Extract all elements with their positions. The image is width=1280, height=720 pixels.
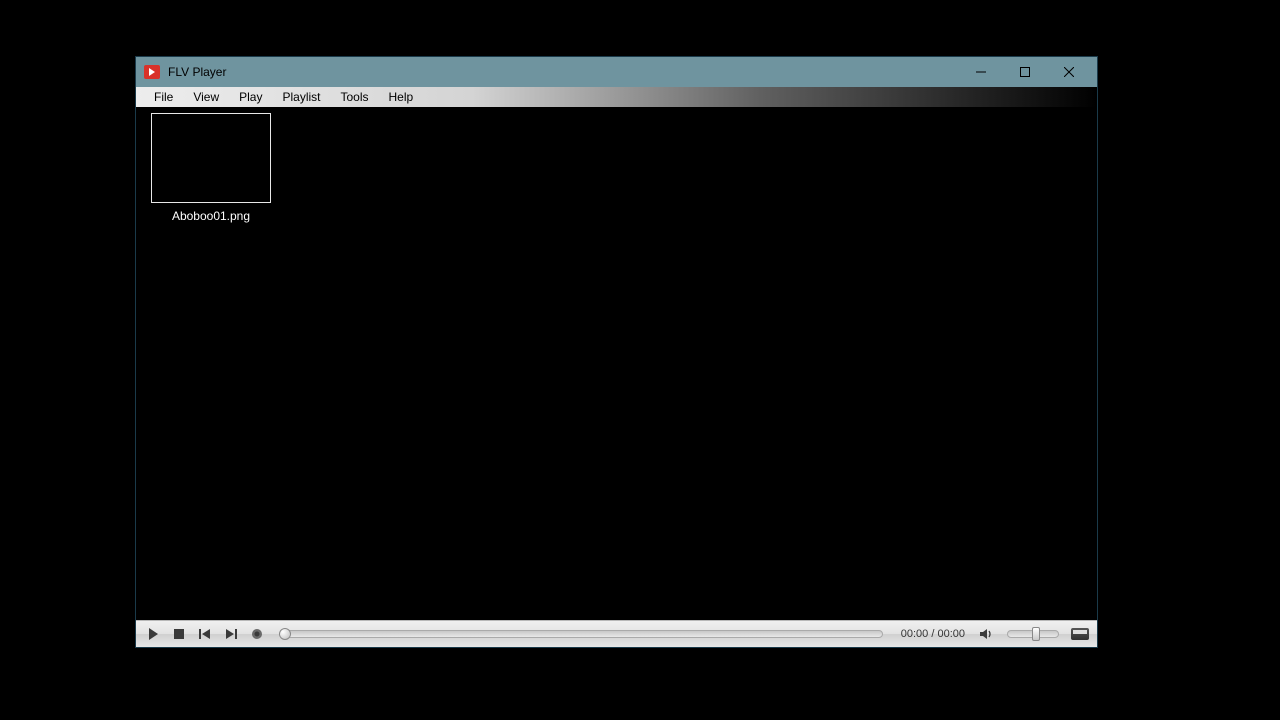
mute-button[interactable] [975, 623, 997, 645]
seek-knob[interactable] [279, 628, 291, 640]
thumbnail-item[interactable]: Aboboo01.png [150, 113, 272, 223]
volume-slider[interactable] [1007, 630, 1059, 638]
fullscreen-button[interactable] [1069, 623, 1091, 645]
close-icon [1064, 67, 1074, 77]
content-area[interactable]: Aboboo01.png [136, 107, 1097, 620]
volume-icon [979, 627, 993, 641]
menu-file[interactable]: File [144, 88, 183, 106]
menu-play[interactable]: Play [229, 88, 272, 106]
maximize-icon [1020, 67, 1030, 77]
previous-icon [198, 627, 212, 641]
playback-controls: 00:00 / 00:00 [136, 620, 1097, 647]
window-title: FLV Player [168, 65, 226, 79]
play-button[interactable] [142, 623, 164, 645]
seek-slider[interactable] [280, 630, 883, 638]
minimize-button[interactable] [959, 57, 1003, 87]
stop-icon [172, 627, 186, 641]
stop-button[interactable] [168, 623, 190, 645]
menu-view[interactable]: View [183, 88, 229, 106]
app-icon [144, 65, 160, 79]
menu-help[interactable]: Help [379, 88, 424, 106]
fullscreen-icon [1071, 628, 1089, 640]
next-icon [224, 627, 238, 641]
thumbnail-label: Aboboo01.png [172, 209, 250, 223]
menubar: File View Play Playlist Tools Help [136, 87, 1097, 107]
thumbnail-image [151, 113, 271, 203]
close-button[interactable] [1047, 57, 1091, 87]
record-icon [250, 627, 264, 641]
record-button[interactable] [246, 623, 268, 645]
volume-knob[interactable] [1032, 627, 1040, 641]
minimize-icon [976, 67, 986, 77]
app-window: FLV Player File View Play Playlist Tools… [135, 56, 1098, 648]
menu-tools[interactable]: Tools [331, 88, 379, 106]
next-button[interactable] [220, 623, 242, 645]
maximize-button[interactable] [1003, 57, 1047, 87]
menu-playlist[interactable]: Playlist [272, 88, 330, 106]
titlebar[interactable]: FLV Player [136, 57, 1097, 87]
time-display: 00:00 / 00:00 [901, 628, 965, 640]
previous-button[interactable] [194, 623, 216, 645]
play-icon [146, 627, 160, 641]
